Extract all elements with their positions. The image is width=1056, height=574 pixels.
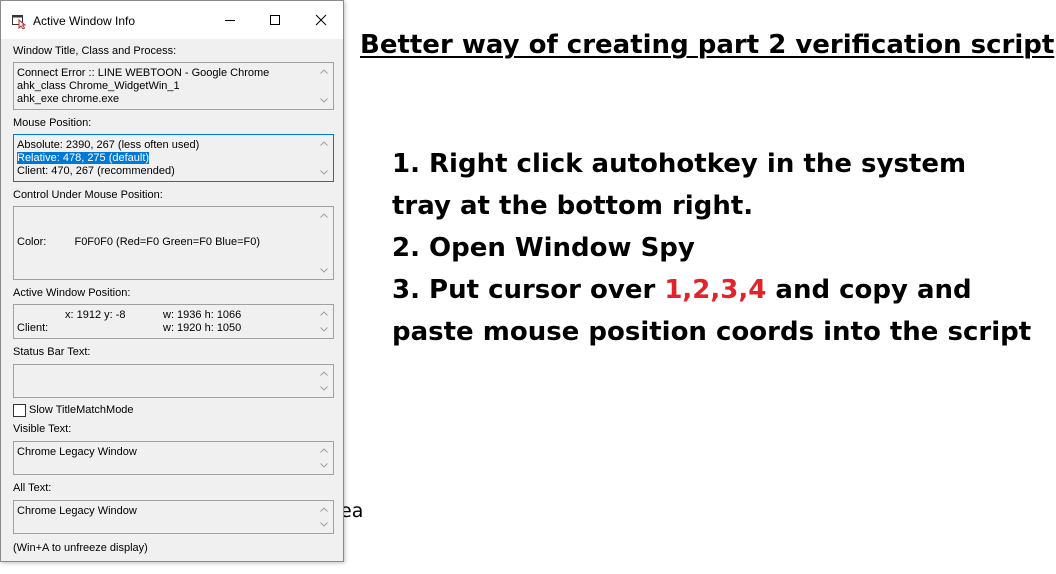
mouse-position-box[interactable]: Absolute: 2390, 267 (less often used) Re…: [13, 134, 334, 182]
step-3-line-2: paste mouse position coords into the scr…: [392, 317, 1032, 347]
step-3-line-1: 3. Put cursor over 1,2,3,4 and copy and: [392, 269, 1031, 311]
close-icon: [315, 14, 327, 26]
scroll-up-icon[interactable]: [320, 213, 328, 218]
visible-text-box[interactable]: Chrome Legacy Window: [13, 441, 334, 475]
scroll-down-icon[interactable]: [320, 268, 328, 273]
unfreeze-hint: (Win+A to unfreeze display): [13, 542, 148, 554]
maximize-icon: [270, 15, 280, 25]
client-size: w: 1920 h: 1050: [163, 322, 242, 334]
window-xy: x: 1912 y: -8: [65, 309, 126, 321]
all-text-value: Chrome Legacy Window: [17, 505, 137, 517]
color-value: F0F0F0 (Red=F0 Green=F0 Blue=F0): [74, 236, 261, 248]
control-under-mouse-label: Control Under Mouse Position:: [13, 189, 163, 201]
scrollbar[interactable]: [316, 136, 332, 180]
scroll-up-icon[interactable]: [320, 311, 328, 316]
scrollbar[interactable]: [316, 366, 332, 396]
window-spy-window: Active Window Info Window Title, Class a…: [0, 0, 344, 562]
step-2: 2. Open Window Spy: [392, 233, 695, 263]
active-window-position-label: Active Window Position:: [13, 287, 131, 299]
scroll-up-icon[interactable]: [320, 69, 328, 74]
step-1-line-2: tray at the bottom right.: [392, 191, 754, 221]
client-position: Client: 470, 267 (recommended): [17, 165, 175, 177]
visible-text-label: Visible Text:: [13, 423, 72, 435]
scroll-down-icon[interactable]: [320, 98, 328, 103]
scrollbar[interactable]: [316, 306, 332, 337]
minimize-button[interactable]: [207, 1, 253, 39]
scrollbar[interactable]: [316, 443, 332, 473]
scroll-down-icon[interactable]: [320, 170, 328, 175]
window-title: Active Window Info: [33, 14, 136, 28]
window-title-line: Connect Error :: LINE WEBTOON - Google C…: [17, 67, 270, 79]
scrollbar[interactable]: [316, 208, 332, 278]
status-bar-text-box[interactable]: [13, 364, 334, 398]
mouse-position-label: Mouse Position:: [13, 117, 92, 129]
title-bar[interactable]: Active Window Info: [1, 1, 343, 39]
window-spy-icon: [12, 15, 27, 29]
color-label: Color:: [17, 236, 47, 248]
title-class-process-label: Window Title, Class and Process:: [13, 45, 177, 57]
scroll-up-icon[interactable]: [320, 448, 328, 453]
scrollbar[interactable]: [316, 502, 332, 532]
scroll-down-icon[interactable]: [320, 327, 328, 332]
slow-titlematchmode-label[interactable]: Slow TitleMatchMode: [29, 404, 134, 416]
window-size: w: 1936 h: 1066: [163, 309, 242, 321]
slide-title: Better way of creating part 2 verificati…: [360, 30, 1055, 60]
slow-titlematchmode-checkbox[interactable]: [13, 404, 26, 417]
step-3-suffix: and copy and: [766, 275, 972, 305]
scroll-down-icon[interactable]: [320, 463, 328, 468]
status-bar-text-label: Status Bar Text:: [13, 346, 91, 358]
close-button[interactable]: [298, 1, 344, 39]
control-under-mouse-box[interactable]: Color: F0F0F0 (Red=F0 Green=F0 Blue=F0): [13, 206, 334, 280]
all-text-label: All Text:: [13, 482, 52, 494]
all-text-box[interactable]: Chrome Legacy Window: [13, 500, 334, 534]
active-window-position-box[interactable]: x: 1912 y: -8 w: 1936 h: 1066 Client: w:…: [13, 304, 334, 339]
visible-text-value: Chrome Legacy Window: [17, 446, 137, 458]
ahk-class-line: ahk_class Chrome_WidgetWin_1: [17, 80, 180, 92]
maximize-button[interactable]: [252, 1, 298, 39]
scroll-up-icon[interactable]: [320, 507, 328, 512]
steps-list: 1. Right click autohotkey in the system …: [392, 143, 1031, 353]
step-1-line-1: 1. Right click autohotkey in the system: [392, 149, 967, 179]
relative-position[interactable]: Relative: 478, 275 (default): [17, 152, 150, 164]
absolute-position: Absolute: 2390, 267 (less often used): [17, 139, 200, 151]
step-3-prefix: 3. Put cursor over: [392, 275, 665, 305]
scroll-down-icon[interactable]: [320, 386, 328, 391]
scroll-up-icon[interactable]: [320, 371, 328, 376]
scrollbar[interactable]: [316, 64, 332, 108]
step-3-highlight: 1,2,3,4: [664, 275, 767, 305]
minimize-icon: [225, 20, 235, 21]
ahk-exe-line: ahk_exe chrome.exe: [17, 93, 120, 105]
title-class-process-box[interactable]: Connect Error :: LINE WEBTOON - Google C…: [13, 62, 334, 110]
client-label: Client:: [17, 322, 49, 334]
scroll-up-icon[interactable]: [320, 141, 328, 146]
scroll-down-icon[interactable]: [320, 522, 328, 527]
